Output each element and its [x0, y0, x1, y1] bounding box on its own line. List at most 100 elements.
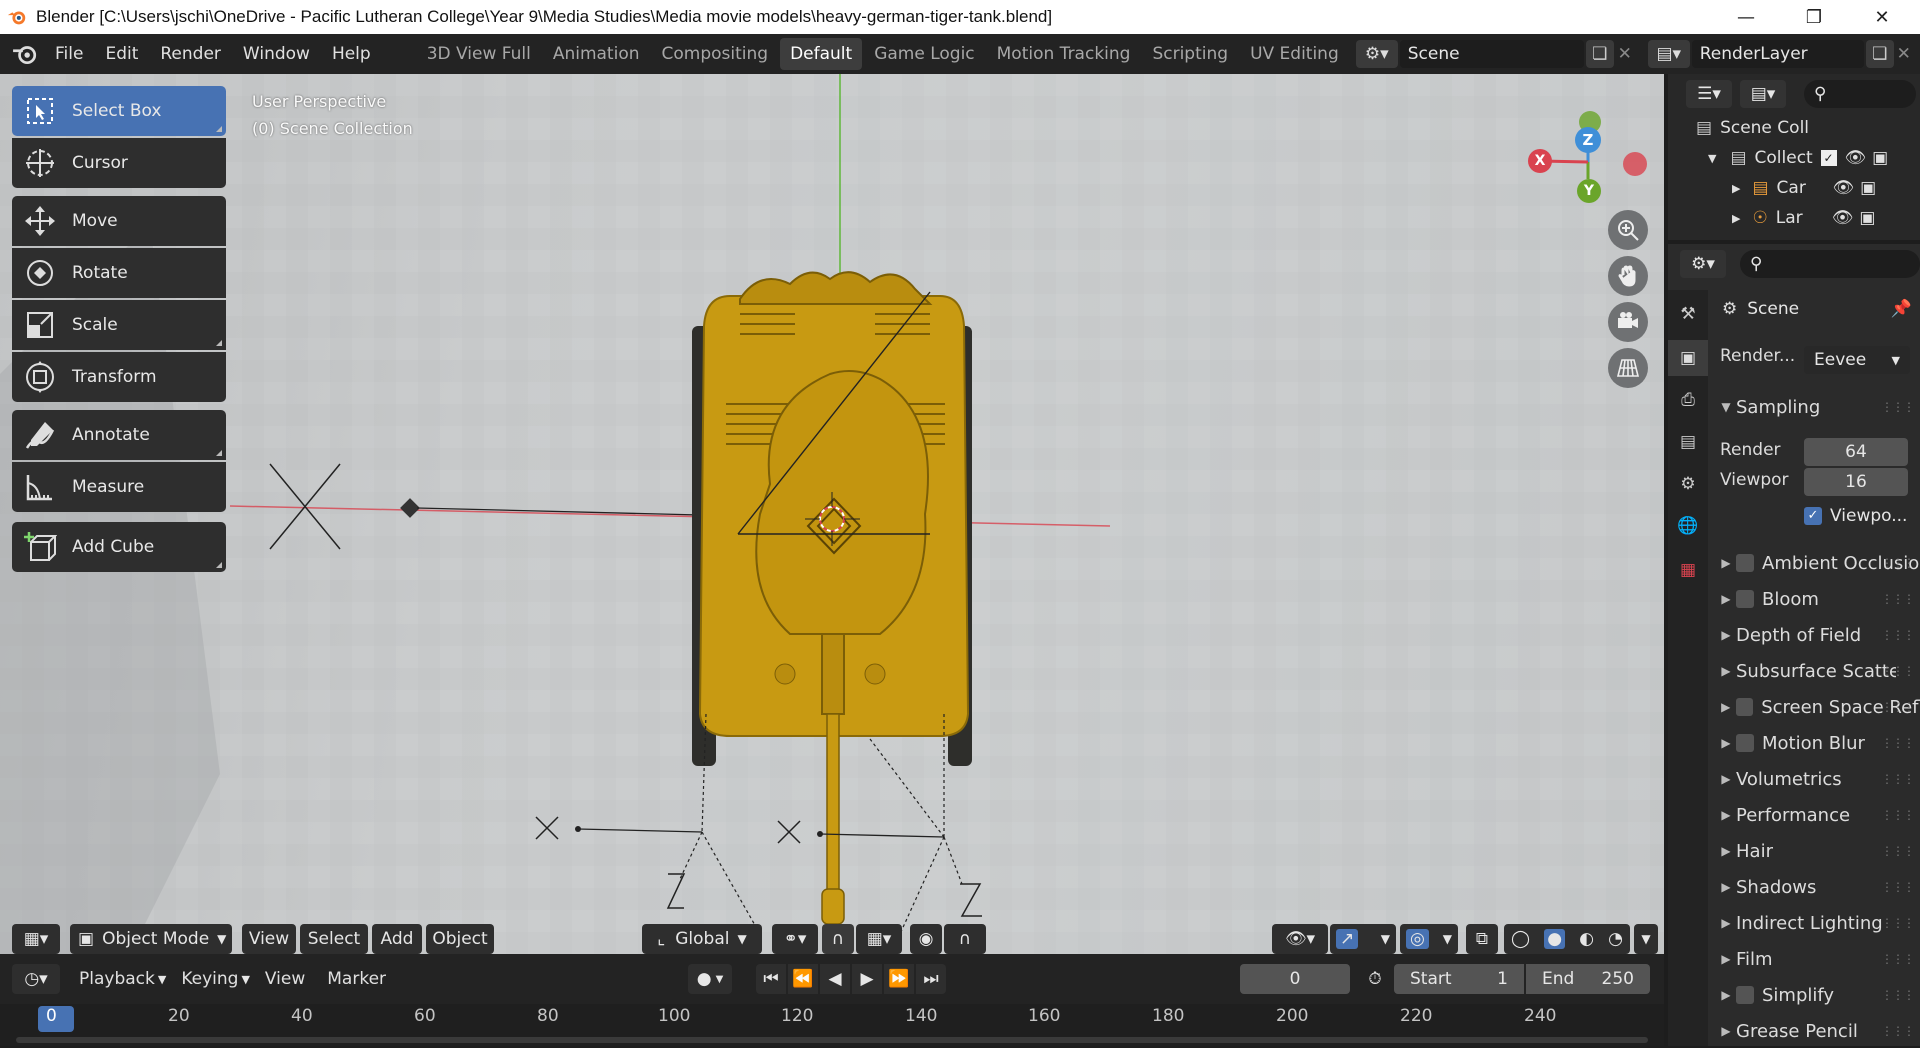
drag-handle-icon[interactable]: ⋮⋮⋮	[1881, 700, 1915, 714]
scene-tab-icon[interactable]: ⚙	[1672, 468, 1704, 500]
eye-icon[interactable]: 👁	[1845, 148, 1867, 168]
section-enable-checkbox[interactable]	[1736, 590, 1754, 608]
expand-arrow-icon[interactable]: ▶	[1732, 182, 1740, 195]
render-samples-field[interactable]: 64	[1804, 438, 1908, 466]
start-frame-field[interactable]: Start 1	[1394, 964, 1524, 994]
tab-uv-editing[interactable]: UV Editing	[1240, 38, 1349, 70]
outliner-display-mode-icon[interactable]: ☰▾	[1686, 80, 1732, 108]
render-camera-icon[interactable]: ▣	[1860, 178, 1876, 198]
material-shading-icon[interactable]: ◐	[1579, 929, 1594, 949]
timeline-menu-keying[interactable]: Keying	[170, 959, 249, 999]
outliner-item-collection[interactable]: ▼ ▤ Collect ✓ 👁 ▣	[1708, 144, 1888, 172]
outliner-item-camera[interactable]: ▶ ▤ Car 👁 ▣	[1732, 174, 1876, 202]
view-layer-tab-icon[interactable]: ▤	[1672, 426, 1704, 458]
minimize-icon[interactable]: —	[1712, 0, 1780, 34]
output-tab-icon[interactable]: ⎙	[1672, 384, 1704, 416]
drag-handle-icon[interactable]: ⋮⋮⋮	[1881, 808, 1915, 822]
xray-toggle-icon[interactable]: ⧉	[1466, 924, 1498, 954]
shading-options-icon[interactable]: ▼	[1634, 924, 1658, 954]
viewport-denoising-checkbox[interactable]: ✓ Viewpo...	[1804, 506, 1907, 526]
world-tab-icon[interactable]: 🌐	[1672, 510, 1704, 542]
drag-handle-icon[interactable]: ⋮⋮⋮	[1881, 400, 1915, 414]
new-scene-icon[interactable]: ❏	[1585, 40, 1614, 68]
menu-file[interactable]: File	[44, 34, 94, 74]
jump-end-icon[interactable]: ⏭	[916, 964, 946, 994]
timeline-editor-type-icon[interactable]: ◷▾	[12, 964, 60, 994]
viewport-menu-select[interactable]: Select	[300, 924, 368, 954]
editor-type-button[interactable]: ▦▾	[12, 924, 60, 954]
viewport-menu-object[interactable]: Object	[426, 924, 494, 954]
tab-compositing[interactable]: Compositing	[652, 38, 779, 70]
rendered-shading-icon[interactable]: ◔	[1608, 929, 1623, 949]
timeline-menu-playback[interactable]: Playback	[68, 959, 166, 999]
snap-toggle-icon[interactable]: ∩	[822, 924, 854, 954]
end-frame-field[interactable]: End 250	[1526, 964, 1650, 994]
next-keyframe-icon[interactable]: ⏩	[884, 964, 914, 994]
view-layer-name[interactable]: RenderLayer	[1700, 44, 1808, 64]
viewport-menu-view[interactable]: View	[242, 924, 296, 954]
drag-handle-icon[interactable]: ⋮⋮⋮	[1881, 664, 1915, 678]
drag-handle-icon[interactable]: ⋮⋮⋮	[1881, 736, 1915, 750]
tool-tab-icon[interactable]: ⚒	[1672, 298, 1704, 330]
scene-selector[interactable]: ⚙▾ Scene ❏ ✕	[1355, 40, 1636, 68]
section-motion-blur[interactable]: ▶ Motion Blur ⋮⋮⋮	[1708, 726, 1920, 760]
gizmo-y-axis[interactable]: Y	[1577, 179, 1601, 203]
include-checkbox[interactable]: ✓	[1820, 150, 1837, 166]
new-view-layer-icon[interactable]: ❏	[1865, 40, 1894, 68]
drag-handle-icon[interactable]: ⋮⋮⋮	[1881, 592, 1915, 606]
eye-icon[interactable]: 👁	[1832, 208, 1854, 228]
render-camera-icon[interactable]: ▣	[1872, 148, 1888, 168]
viewport-menu-add[interactable]: Add	[372, 924, 422, 954]
delete-scene-icon[interactable]: ✕	[1614, 44, 1636, 64]
3d-viewport[interactable]: User Perspective (0) Scene Collection Se…	[0, 74, 1664, 954]
proportional-falloff-icon[interactable]: ∩	[944, 924, 986, 954]
properties-search-input[interactable]: ⚲	[1740, 250, 1920, 278]
drag-handle-icon[interactable]: ⋮⋮⋮	[1881, 916, 1915, 930]
render-tab-icon[interactable]: ▣	[1668, 340, 1708, 376]
section-volumetrics[interactable]: ▶ Volumetrics ⋮⋮⋮	[1708, 762, 1920, 796]
tab-scripting[interactable]: Scripting	[1142, 38, 1238, 70]
delete-view-layer-icon[interactable]: ✕	[1894, 44, 1914, 64]
camera-view-icon[interactable]	[1608, 302, 1648, 342]
outliner-scene-collection[interactable]: ▤ Scene Coll	[1696, 114, 1809, 142]
snap-target-icon[interactable]: ▦▾	[856, 924, 902, 954]
section-screen-space-refl[interactable]: ▶ Screen Space Refl ⋮⋮⋮	[1708, 690, 1920, 724]
section-sampling[interactable]: ▼ Sampling ⋮⋮⋮	[1708, 390, 1920, 424]
viewport-scene[interactable]	[0, 74, 1664, 954]
section-shadows[interactable]: ▶ Shadows ⋮⋮⋮	[1708, 870, 1920, 904]
menu-window[interactable]: Window	[232, 34, 321, 74]
timeline-menu-view[interactable]: View	[254, 959, 316, 999]
menu-render[interactable]: Render	[149, 34, 232, 74]
outliner-filter-icon[interactable]: ▤▾	[1740, 80, 1786, 108]
tool-select-box[interactable]: Select Box	[12, 86, 226, 136]
tab-game-logic[interactable]: Game Logic	[864, 38, 984, 70]
proportional-edit-icon[interactable]: ◉	[910, 924, 942, 954]
gizmo-z-axis[interactable]: Z	[1575, 127, 1601, 153]
render-engine-dropdown[interactable]: Eevee ▼	[1804, 346, 1910, 374]
section-enable-checkbox[interactable]	[1736, 554, 1754, 572]
timeline-scrollbar[interactable]	[16, 1037, 1648, 1043]
visibility-icon[interactable]: 👁▾	[1272, 924, 1328, 954]
menu-help[interactable]: Help	[321, 34, 382, 74]
object-mode-dropdown[interactable]: ▣ Object Mode ▼	[70, 924, 232, 954]
section-grease-pencil[interactable]: ▶ Grease Pencil ⋮⋮⋮	[1708, 1014, 1920, 1048]
section-film[interactable]: ▶ Film ⋮⋮⋮	[1708, 942, 1920, 976]
tab-animation[interactable]: Animation	[543, 38, 650, 70]
section-indirect-lighting[interactable]: ▶ Indirect Lighting ⋮⋮⋮	[1708, 906, 1920, 940]
pan-hand-icon[interactable]	[1608, 256, 1648, 296]
scene-name[interactable]: Scene	[1408, 44, 1460, 64]
tool-rotate[interactable]: Rotate	[12, 248, 226, 298]
section-subsurface-scatterir[interactable]: ▶ Subsurface Scatterir⋮⋮⋮	[1708, 654, 1920, 688]
drag-handle-icon[interactable]: ⋮⋮⋮	[1881, 952, 1915, 966]
tool-transform[interactable]: Transform	[12, 352, 226, 402]
outliner-search-input[interactable]: ⚲	[1804, 80, 1916, 108]
section-bloom[interactable]: ▶ Bloom ⋮⋮⋮	[1708, 582, 1920, 616]
section-enable-checkbox[interactable]	[1736, 734, 1754, 752]
pin-icon[interactable]: 📌	[1891, 299, 1912, 319]
drag-handle-icon[interactable]: ⋮⋮⋮	[1881, 844, 1915, 858]
section-performance[interactable]: ▶ Performance ⋮⋮⋮	[1708, 798, 1920, 832]
tool-cursor[interactable]: Cursor	[12, 138, 226, 188]
wireframe-shading-icon[interactable]: ◯	[1511, 929, 1530, 949]
expand-arrow-icon[interactable]: ▼	[1708, 152, 1716, 165]
gizmo-toggle[interactable]: ↗ ▼	[1330, 924, 1396, 954]
